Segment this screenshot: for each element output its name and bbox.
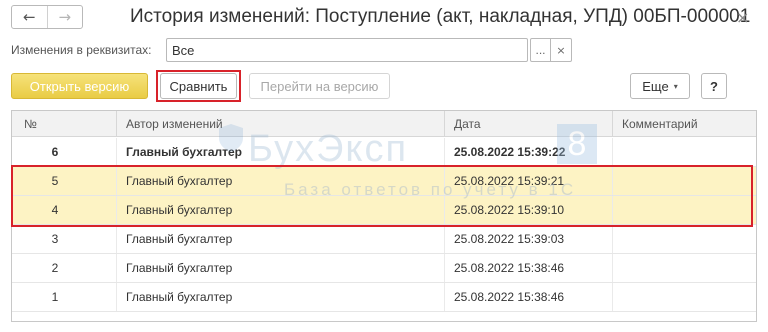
- cell-divider: [444, 283, 445, 311]
- column-divider: [444, 111, 445, 136]
- cell-divider: [116, 283, 117, 311]
- clear-icon[interactable]: ×: [551, 38, 572, 62]
- row-date: 25.08.2022 15:38:46: [454, 261, 565, 275]
- watermark-shield-icon: [218, 123, 244, 153]
- column-header-date[interactable]: Дата: [454, 111, 481, 137]
- cell-divider: [444, 225, 445, 253]
- watermark-badge: 8: [557, 124, 597, 164]
- cell-divider: [444, 254, 445, 282]
- more-label: Еще: [642, 78, 669, 94]
- table-row[interactable]: 2 Главный бухгалтер 25.08.2022 15:38:46: [12, 254, 756, 283]
- table-row[interactable]: 1 Главный бухгалтер 25.08.2022 15:38:46: [12, 283, 756, 312]
- row-date: 25.08.2022 15:39:22: [454, 145, 566, 159]
- row-number: 1: [51, 290, 59, 304]
- cell-divider: [612, 138, 613, 166]
- column-divider: [116, 111, 117, 136]
- row-author: Главный бухгалтер: [126, 261, 233, 275]
- row-number: 2: [51, 261, 59, 275]
- row-author: Главный бухгалтер: [126, 232, 233, 246]
- table-row[interactable]: 3 Главный бухгалтер 25.08.2022 15:39:03: [12, 225, 756, 254]
- cell-divider: [116, 138, 117, 166]
- cell-divider: [444, 138, 445, 166]
- column-header-comment[interactable]: Комментарий: [622, 111, 698, 137]
- open-version-button[interactable]: Открыть версию: [11, 73, 148, 99]
- row-date: 25.08.2022 15:39:03: [454, 232, 565, 246]
- close-icon[interactable]: ×: [736, 8, 749, 27]
- history-nav: ← →: [11, 5, 83, 29]
- column-header-author[interactable]: Автор изменений: [126, 111, 223, 137]
- row-date: 25.08.2022 15:38:46: [454, 290, 565, 304]
- chevron-down-icon: ▾: [673, 81, 678, 91]
- filter-label: Изменения в реквизитах:: [11, 43, 152, 57]
- goto-version-button[interactable]: Перейти на версию: [249, 73, 390, 99]
- back-arrow-icon[interactable]: ←: [12, 6, 47, 28]
- row-number: 3: [51, 232, 59, 246]
- cell-divider: [116, 254, 117, 282]
- cell-divider: [612, 225, 613, 253]
- select-button[interactable]: ...: [530, 38, 551, 62]
- column-divider: [612, 111, 613, 136]
- help-button[interactable]: ?: [701, 73, 727, 99]
- attributes-filter-field[interactable]: Все: [166, 38, 528, 62]
- forward-arrow-icon[interactable]: →: [46, 6, 83, 28]
- selected-rows-highlight-frame: [11, 165, 753, 227]
- cell-divider: [612, 254, 613, 282]
- window-title: История изменений: Поступление (акт, нак…: [130, 6, 751, 27]
- compare-highlight-frame: [156, 70, 241, 102]
- more-menu-button[interactable]: Еще ▾: [630, 73, 690, 99]
- row-author: Главный бухгалтер: [126, 290, 233, 304]
- cell-divider: [612, 283, 613, 311]
- row-number: 6: [51, 145, 59, 159]
- cell-divider: [116, 225, 117, 253]
- table-bottom-border: [11, 321, 757, 322]
- column-header-number[interactable]: №: [24, 111, 37, 137]
